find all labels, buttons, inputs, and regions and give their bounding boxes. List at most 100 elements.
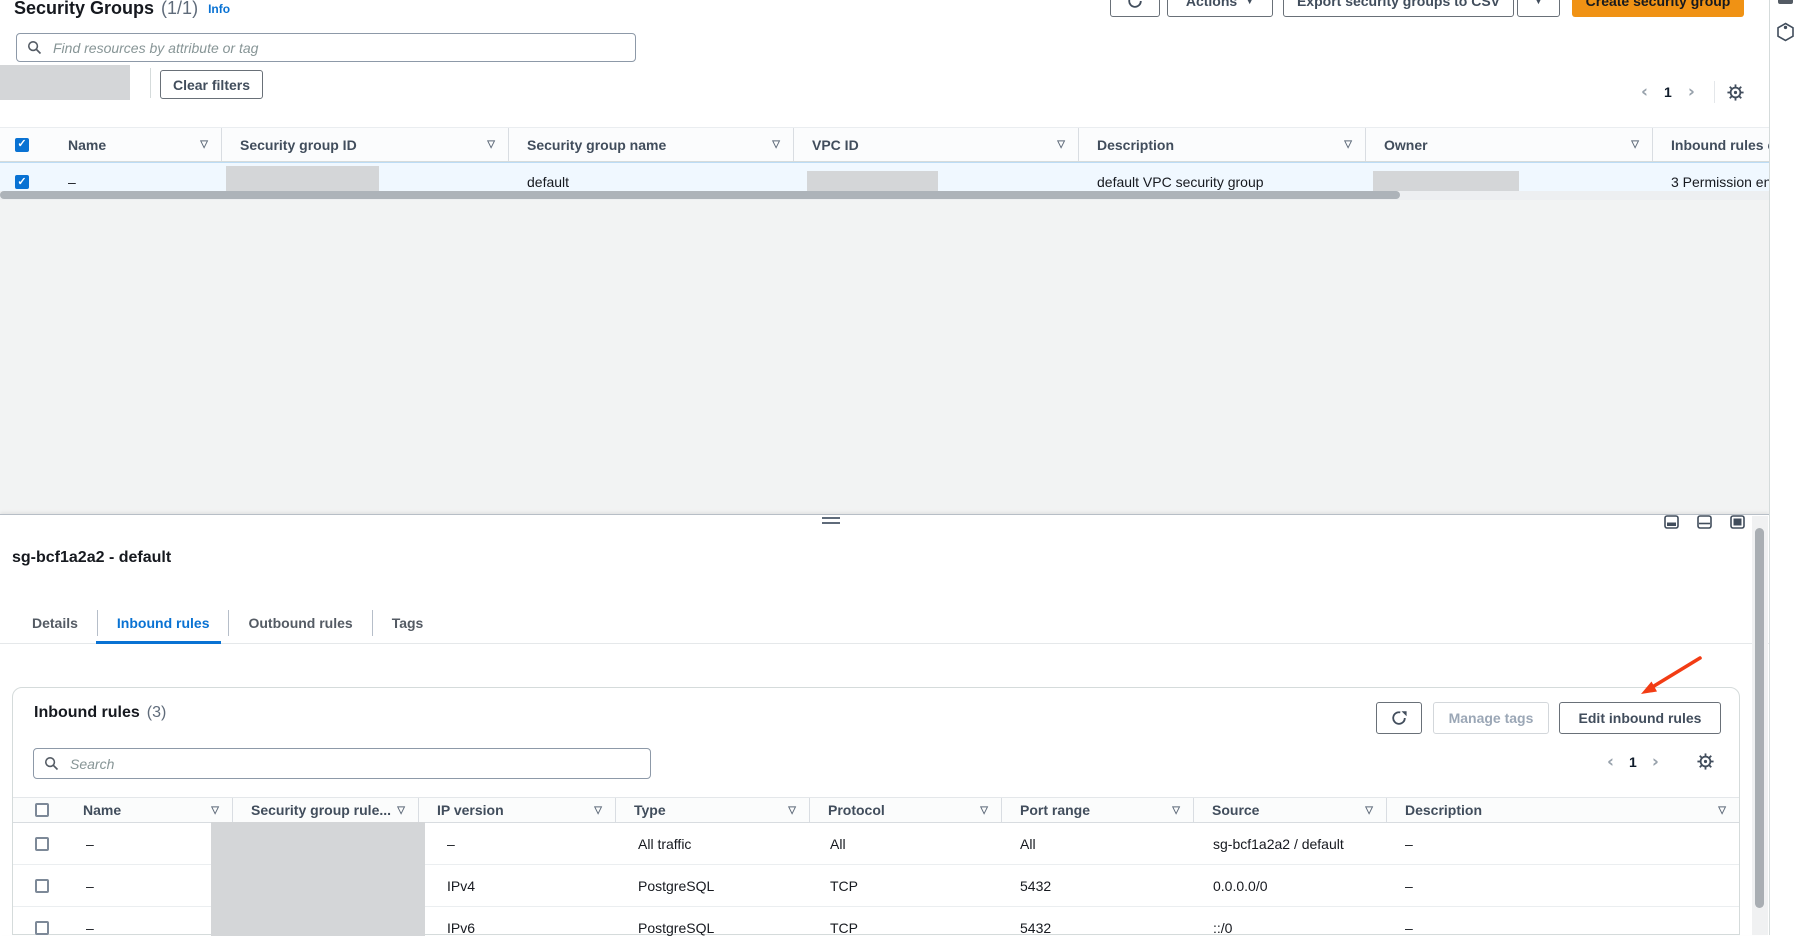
filter-icon[interactable]: ▽ bbox=[1057, 139, 1065, 150]
row-checkbox[interactable]: ✓ bbox=[15, 175, 29, 189]
inbound-refresh-button[interactable] bbox=[1376, 702, 1422, 734]
row-checkbox[interactable] bbox=[35, 837, 49, 851]
row-checkbox[interactable] bbox=[35, 921, 49, 935]
filter-icon[interactable]: ▽ bbox=[594, 805, 602, 816]
column-header-sg-rule-id[interactable]: Security group rule...▽ bbox=[233, 798, 419, 822]
filter-icon[interactable]: ▽ bbox=[211, 805, 219, 816]
filter-icon[interactable]: ▽ bbox=[1172, 805, 1180, 816]
create-security-group-button[interactable]: Create security group bbox=[1572, 0, 1744, 17]
previous-page-icon[interactable]: ‹ bbox=[1641, 84, 1648, 101]
cell-protocol: TCP bbox=[810, 865, 1002, 906]
cell-description: – bbox=[1387, 865, 1739, 906]
sg-rule-id-redacted bbox=[211, 822, 425, 936]
filter-icon[interactable]: ▽ bbox=[1631, 139, 1639, 150]
filter-icon[interactable]: ▽ bbox=[772, 139, 780, 150]
column-header-sg-id[interactable]: Security group ID▽ bbox=[222, 128, 509, 161]
inbound-rules-heading: Inbound rules (3) bbox=[34, 704, 166, 722]
filter-icon[interactable]: ▽ bbox=[397, 805, 405, 816]
row-checkbox[interactable] bbox=[35, 879, 49, 893]
split-panel-drag-handle[interactable] bbox=[822, 517, 840, 524]
inbound-settings-button[interactable] bbox=[1697, 753, 1714, 770]
cell-protocol: TCP bbox=[810, 907, 1002, 948]
search-icon bbox=[27, 40, 42, 55]
column-header-protocol[interactable]: Protocol▽ bbox=[810, 798, 1002, 822]
next-page-icon[interactable]: › bbox=[1652, 754, 1659, 771]
chevron-down-icon: ▼ bbox=[1245, 0, 1254, 6]
filter-icon[interactable]: ▽ bbox=[487, 139, 495, 150]
find-resources-search[interactable] bbox=[16, 33, 636, 62]
cell-port-range: 5432 bbox=[1002, 865, 1194, 906]
actions-button[interactable]: Actions▼ bbox=[1167, 0, 1273, 17]
manage-tags-button[interactable]: Manage tags bbox=[1433, 702, 1549, 734]
column-header-owner[interactable]: Owner▽ bbox=[1366, 128, 1653, 161]
panel-position-full-icon[interactable] bbox=[1730, 515, 1745, 529]
split-panel-layout-controls bbox=[1664, 515, 1745, 529]
cell-ip-version: IPv4 bbox=[419, 865, 616, 906]
tab-tags[interactable]: Tags bbox=[373, 615, 443, 631]
panel-position-bottom-icon[interactable] bbox=[1664, 515, 1679, 529]
select-all-checkbox[interactable]: ✓ bbox=[15, 138, 29, 152]
cell-description: – bbox=[1387, 823, 1739, 864]
table-settings-button[interactable] bbox=[1727, 84, 1744, 101]
tab-rule bbox=[0, 643, 1769, 644]
filter-icon[interactable]: ▽ bbox=[1344, 139, 1352, 150]
column-header-type[interactable]: Type▽ bbox=[616, 798, 810, 822]
tab-inbound-rules[interactable]: Inbound rules bbox=[98, 615, 229, 631]
cell-type: PostgreSQL bbox=[616, 865, 810, 906]
table-header-row: ✓ Name▽ Security group ID▽ Security grou… bbox=[0, 127, 1769, 162]
vertical-scrollbar-track[interactable] bbox=[1752, 516, 1768, 935]
column-header-vpc-id[interactable]: VPC ID▽ bbox=[794, 128, 1079, 161]
edit-inbound-rules-button[interactable]: Edit inbound rules bbox=[1559, 702, 1721, 734]
filter-icon[interactable]: ▽ bbox=[1718, 805, 1726, 816]
cell-source: 0.0.0.0/0 bbox=[1194, 865, 1387, 906]
find-resources-input[interactable] bbox=[51, 39, 625, 57]
column-header-description[interactable]: Description▽ bbox=[1079, 128, 1366, 161]
filter-icon[interactable]: ▽ bbox=[200, 139, 208, 150]
inbound-rules-search[interactable] bbox=[33, 748, 651, 779]
annotation-arrow bbox=[1628, 650, 1714, 702]
panel-position-side-icon[interactable] bbox=[1697, 515, 1712, 529]
filter-icon[interactable]: ▽ bbox=[980, 805, 988, 816]
info-link[interactable]: Info bbox=[208, 2, 230, 16]
tab-outbound-rules[interactable]: Outbound rules bbox=[229, 615, 371, 631]
column-header-description[interactable]: Description▽ bbox=[1387, 798, 1739, 822]
inbound-rules-search-input[interactable] bbox=[68, 755, 640, 773]
export-csv-button[interactable]: Export security groups to CSV bbox=[1283, 0, 1514, 17]
cell-ip-version: IPv6 bbox=[419, 907, 616, 948]
check-icon: ✓ bbox=[17, 139, 26, 150]
table-header-row: Name▽ Security group rule...▽ IP version… bbox=[13, 797, 1739, 823]
export-csv-menu-button[interactable]: ▼ bbox=[1517, 0, 1560, 17]
vertical-scrollbar-thumb[interactable] bbox=[1755, 528, 1764, 908]
horizontal-scrollbar-track[interactable] bbox=[0, 191, 1769, 200]
horizontal-scrollbar-thumb[interactable] bbox=[0, 191, 1400, 199]
cell-ip-version: – bbox=[419, 823, 616, 864]
current-page[interactable]: 1 bbox=[1629, 754, 1637, 770]
tab-details[interactable]: Details bbox=[13, 615, 97, 631]
resource-count: (1/1) bbox=[161, 0, 198, 19]
column-header-name[interactable]: Name▽ bbox=[65, 798, 233, 822]
filter-icon[interactable]: ▽ bbox=[788, 805, 796, 816]
select-all-checkbox[interactable] bbox=[35, 803, 49, 817]
row-select-cell bbox=[13, 865, 65, 906]
cell-type: PostgreSQL bbox=[616, 907, 810, 948]
filter-icon[interactable]: ▽ bbox=[1365, 805, 1373, 816]
previous-page-icon[interactable]: ‹ bbox=[1607, 754, 1614, 771]
current-page[interactable]: 1 bbox=[1664, 84, 1672, 100]
content-gap bbox=[0, 200, 1769, 514]
column-header-source[interactable]: Source▽ bbox=[1194, 798, 1387, 822]
amazon-q-icon[interactable] bbox=[1776, 22, 1795, 42]
column-header-sg-name[interactable]: Security group name▽ bbox=[509, 128, 794, 161]
cell-source: ::/0 bbox=[1194, 907, 1387, 948]
column-header-name[interactable]: Name▽ bbox=[50, 128, 222, 161]
column-header-ip-version[interactable]: IP version▽ bbox=[419, 798, 616, 822]
cell-type: All traffic bbox=[616, 823, 810, 864]
partial-toolbar-icon[interactable] bbox=[1778, 0, 1793, 4]
cell-port-range: All bbox=[1002, 823, 1194, 864]
next-page-icon[interactable]: › bbox=[1688, 84, 1695, 101]
row-select-cell bbox=[13, 907, 65, 948]
column-header-inbound-rules[interactable]: Inbound rules co bbox=[1653, 128, 1769, 161]
column-header-port-range[interactable]: Port range▽ bbox=[1002, 798, 1194, 822]
chevron-down-icon: ▼ bbox=[1534, 0, 1543, 6]
refresh-button[interactable] bbox=[1110, 0, 1160, 17]
clear-filters-button[interactable]: Clear filters bbox=[160, 70, 263, 99]
